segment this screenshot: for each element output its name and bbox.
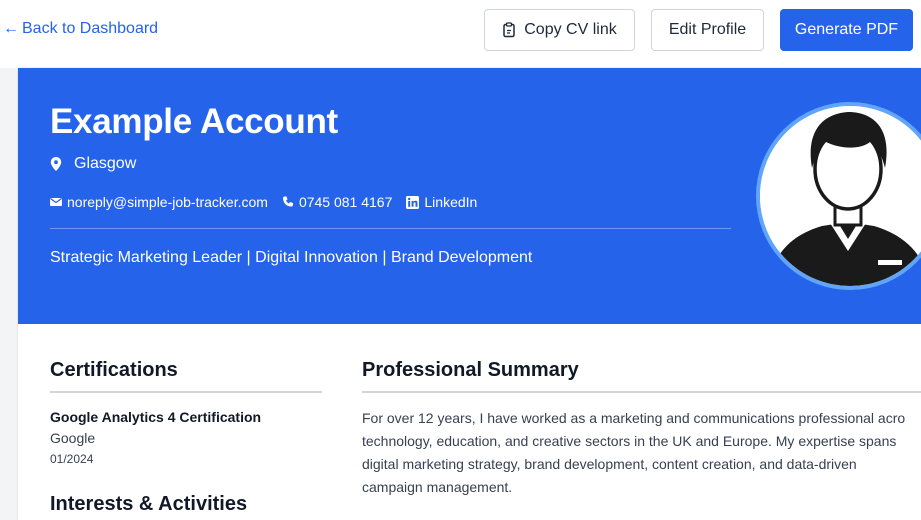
email-contact[interactable]: noreply@simple-job-tracker.com: [50, 194, 268, 210]
clipboard-icon: [503, 22, 515, 38]
top-bar: ← Back to Dashboard Copy CV link Edit Pr…: [0, 0, 921, 68]
summary-rule: [362, 391, 921, 393]
profile-headline: Strategic Marketing Leader | Digital Inn…: [50, 249, 533, 266]
mail-icon: [50, 198, 62, 206]
summary-line: campaign management.: [362, 479, 513, 495]
phone-icon: [282, 196, 293, 207]
linkedin-icon: [406, 195, 420, 209]
cert-issuer: Google: [50, 430, 96, 446]
pdf-label: Generate PDF: [794, 21, 899, 38]
interests-title: Interests & Activities: [50, 493, 248, 515]
copy-cv-link-button[interactable]: Copy CV link: [484, 9, 635, 51]
back-label: Back to Dashboard: [22, 20, 159, 37]
contact-row: noreply@simple-job-tracker.com 0745 081 …: [50, 194, 477, 210]
linkedin-text: LinkedIn: [424, 194, 478, 210]
profile-name: Example Account: [50, 102, 338, 141]
cv-card: Example Account Glasgow noreply@simple-j…: [18, 68, 921, 520]
person-silhouette-icon: [760, 106, 921, 286]
map-pin-icon: [50, 157, 62, 171]
header-divider: [50, 228, 731, 229]
certifications-title: Certifications: [50, 359, 178, 381]
summary-title: Professional Summary: [362, 359, 579, 381]
phone-contact[interactable]: 0745 081 4167: [282, 194, 392, 210]
edit-label: Edit Profile: [668, 21, 747, 38]
linkedin-contact[interactable]: LinkedIn: [406, 194, 477, 210]
certifications-rule: [50, 391, 322, 393]
phone-text: 0745 081 4167: [298, 194, 393, 210]
page-gutter: [0, 68, 18, 520]
back-to-dashboard-link[interactable]: ← Back to Dashboard: [3, 20, 158, 38]
cert-name: Google Analytics 4 Certification: [50, 409, 262, 425]
location: Glasgow: [50, 155, 136, 173]
summary-text: For over 12 years, I have worked as a ma…: [362, 407, 921, 499]
generate-pdf-button[interactable]: Generate PDF: [780, 9, 913, 51]
cert-date: 01/2024: [50, 452, 94, 466]
summary-line: technology, education, and creative sect…: [362, 433, 897, 449]
email-text: noreply@simple-job-tracker.com: [67, 194, 268, 210]
arrow-left-icon: ←: [3, 20, 19, 37]
location-text: Glasgow: [74, 155, 137, 172]
summary-line: digital marketing strategy, brand develo…: [362, 456, 857, 472]
edit-profile-button[interactable]: Edit Profile: [651, 9, 764, 51]
copy-label: Copy CV link: [524, 21, 617, 38]
summary-line: For over 12 years, I have worked as a ma…: [362, 410, 906, 426]
